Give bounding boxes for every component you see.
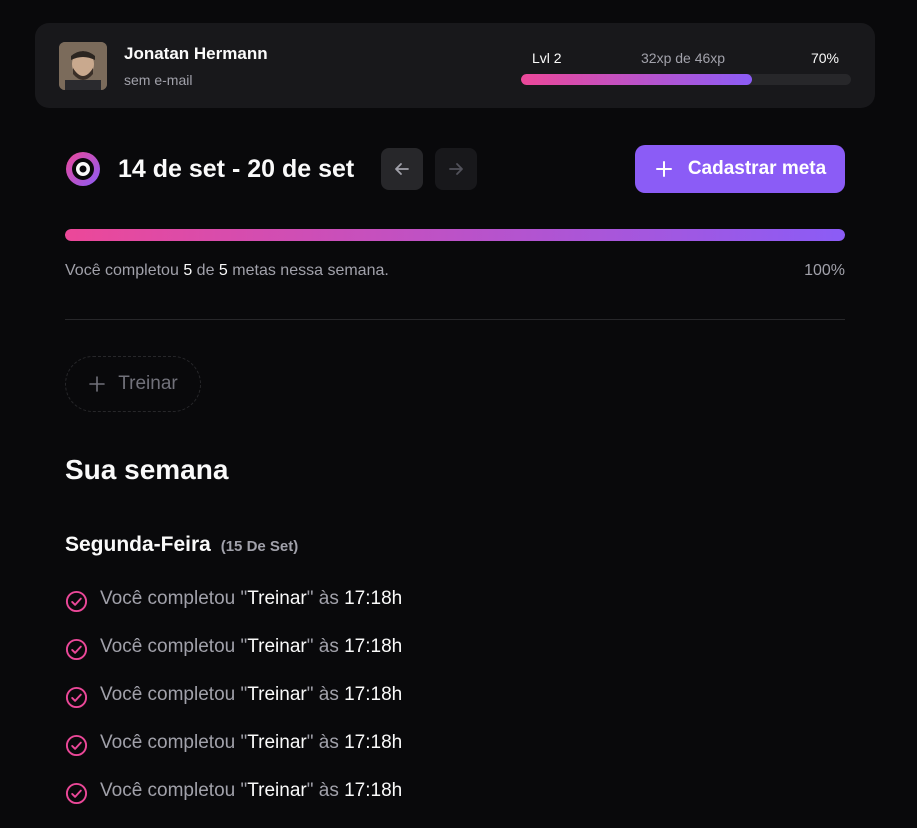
user-name: Jonatan Hermann bbox=[124, 44, 268, 63]
activity-goal: Treinar bbox=[247, 684, 307, 705]
activity-item: Você completou "Treinar" às 17:18h bbox=[65, 588, 845, 636]
week-percent: 100% bbox=[804, 262, 845, 279]
activity-text: Você completou "Treinar" às 17:18h bbox=[100, 732, 403, 753]
activity-goal: Treinar bbox=[247, 780, 307, 801]
user-email: sem e-mail bbox=[124, 72, 193, 88]
pending-goal-label: Treinar bbox=[118, 373, 178, 394]
activity-item: Você completou "Treinar" às 17:18h bbox=[65, 780, 845, 828]
activity-at: às bbox=[318, 780, 339, 801]
previous-week-button[interactable] bbox=[381, 148, 423, 190]
activity-text: Você completou "Treinar" às 17:18h bbox=[100, 780, 403, 801]
activity-goal: Treinar bbox=[247, 732, 307, 753]
check-circle-icon bbox=[65, 590, 88, 613]
summary-suffix: metas nessa semana. bbox=[232, 262, 389, 279]
xp-progress-bar bbox=[521, 74, 851, 85]
activity-text: Você completou "Treinar" às 17:18h bbox=[100, 588, 403, 609]
activity-time: 17:18h bbox=[344, 684, 403, 705]
check-circle-icon bbox=[65, 686, 88, 709]
activity-item: Você completou "Treinar" às 17:18h bbox=[65, 732, 845, 780]
week-summary: Você completou 5 de 5 metas nessa semana… bbox=[65, 262, 389, 280]
profile-card: Jonatan Hermann sem e-mail Lvl 2 32xp de… bbox=[35, 23, 875, 108]
activity-time: 17:18h bbox=[344, 780, 403, 801]
total-count: 5 bbox=[218, 262, 228, 279]
activity-at: às bbox=[318, 636, 339, 657]
level-label: Lvl 2 bbox=[532, 50, 562, 66]
plus-icon bbox=[89, 376, 106, 392]
activity-text: Você completou "Treinar" às 17:18h bbox=[100, 684, 403, 705]
activity-at: às bbox=[318, 684, 339, 705]
day-name: Segunda-Feira bbox=[65, 533, 211, 556]
arrow-left-icon bbox=[395, 163, 409, 175]
check-circle-icon bbox=[65, 782, 88, 805]
activity-prefix: Você completou bbox=[100, 780, 236, 801]
summary-prefix: Você completou bbox=[65, 262, 179, 279]
activity-prefix: Você completou bbox=[100, 732, 236, 753]
xp-label: 32xp de 46xp bbox=[641, 50, 726, 66]
week-progress-bar bbox=[65, 229, 845, 241]
activity-time: 17:18h bbox=[344, 636, 403, 657]
divider bbox=[65, 319, 845, 320]
week-range: 14 de set - 20 de set bbox=[118, 155, 355, 183]
day-date: (15 De Set) bbox=[220, 538, 299, 555]
app-logo-icon bbox=[65, 151, 101, 187]
next-week-button[interactable] bbox=[435, 148, 477, 190]
activity-text: Você completou "Treinar" às 17:18h bbox=[100, 636, 403, 657]
activity-goal: Treinar bbox=[247, 588, 307, 609]
activity-prefix: Você completou bbox=[100, 636, 236, 657]
pending-goal-button[interactable]: Treinar bbox=[65, 356, 201, 412]
activity-item: Você completou "Treinar" às 17:18h bbox=[65, 684, 845, 732]
add-goal-button[interactable]: Cadastrar meta bbox=[635, 145, 845, 193]
plus-icon bbox=[655, 161, 672, 177]
check-circle-icon bbox=[65, 734, 88, 757]
xp-percent: 70% bbox=[810, 50, 839, 66]
activity-time: 17:18h bbox=[344, 588, 403, 609]
completed-count: 5 bbox=[183, 262, 193, 279]
activity-at: às bbox=[318, 588, 339, 609]
section-title: Sua semana bbox=[65, 454, 229, 485]
activity-at: às bbox=[318, 732, 339, 753]
avatar bbox=[59, 42, 107, 90]
activity-time: 17:18h bbox=[344, 732, 403, 753]
xp-progress-fill bbox=[521, 74, 752, 85]
arrow-right-icon bbox=[449, 163, 463, 175]
day-title: Segunda-Feira (15 De Set) bbox=[65, 533, 298, 557]
week-progress-fill bbox=[65, 229, 845, 241]
activity-goal: Treinar bbox=[247, 636, 307, 657]
check-circle-icon bbox=[65, 638, 88, 661]
activity-prefix: Você completou bbox=[100, 684, 236, 705]
add-goal-label: Cadastrar meta bbox=[687, 158, 827, 179]
activity-list: Você completou "Treinar" às 17:18h Você c… bbox=[65, 588, 845, 828]
activity-prefix: Você completou bbox=[100, 588, 236, 609]
summary-of: de bbox=[196, 262, 215, 279]
activity-item: Você completou "Treinar" às 17:18h bbox=[65, 636, 845, 684]
